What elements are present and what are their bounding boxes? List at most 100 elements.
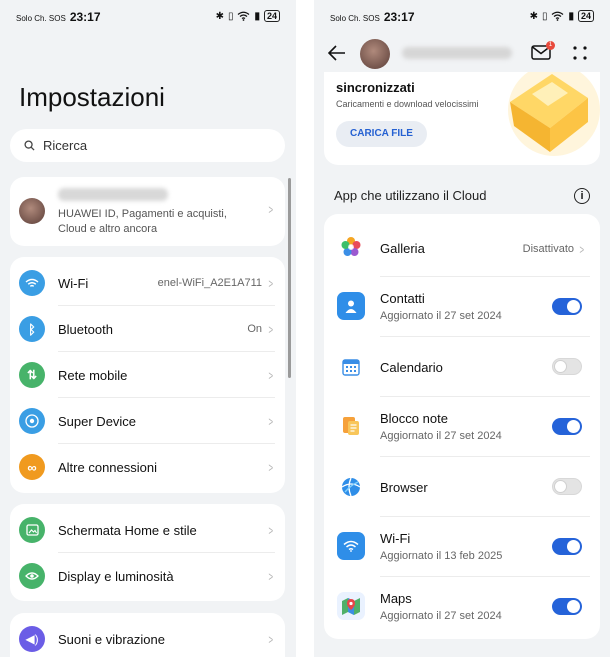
upload-promo-card: sincronizzati Caricamenti e download vel…	[324, 72, 600, 165]
back-arrow-icon[interactable]	[328, 45, 346, 61]
status-bar: Solo Ch. SOS 23:17 ✱ ▯ ▮ 24	[314, 8, 610, 26]
browser-sync-toggle[interactable]	[552, 478, 582, 495]
settings-item-mobile-network[interactable]: ⇅ Rete mobile >	[10, 352, 285, 398]
wifi-status-icon	[552, 11, 564, 21]
cloud-app-contacts[interactable]: Contatti Aggiornato il 27 set 2024	[324, 277, 600, 337]
search-icon	[24, 140, 35, 151]
sound-icon: ◀)	[19, 626, 45, 652]
app-status: Disattivato	[522, 243, 574, 255]
search-input[interactable]: Ricerca	[10, 129, 285, 162]
settings-item-value: On	[247, 323, 262, 335]
toggle-knob	[567, 420, 580, 433]
display-group: Schermata Home e stile > Display e lumin…	[10, 504, 285, 601]
app-name: Calendario	[380, 360, 443, 375]
cloud-screen: Solo Ch. SOS 23:17 ✱ ▯ ▮ 24 1 sincronizz…	[314, 0, 610, 657]
screenshot: Solo Ch. SOS 23:17 ✱ ▯ ▮ 24 Impostazioni…	[0, 0, 610, 657]
super-device-icon	[19, 408, 45, 434]
chevron-right-icon: >	[268, 568, 274, 584]
settings-item-sound[interactable]: ◀) Suoni e vibrazione >	[10, 616, 285, 657]
data-saver-icon: ▮	[254, 10, 260, 22]
app-name: Galleria	[380, 241, 425, 256]
settings-item-label: Super Device	[58, 413, 137, 429]
vibrate-icon: ▯	[541, 10, 548, 22]
settings-item-label: Display e luminosità	[58, 568, 174, 584]
settings-item-more-connections[interactable]: ∞ Altre connessioni >	[10, 444, 285, 490]
top-app-bar: 1	[314, 36, 610, 70]
settings-item-wifi[interactable]: Wi-Fi enel-WiFi_A2E1A711 >	[10, 260, 285, 306]
app-name: Maps	[380, 591, 412, 606]
data-saver-icon: ▮	[568, 10, 574, 22]
search-placeholder: Ricerca	[43, 138, 88, 153]
wifi-icon	[337, 532, 365, 560]
settings-item-label: Bluetooth	[58, 321, 113, 337]
app-sync-date: Aggiornato il 27 set 2024	[380, 310, 502, 322]
app-name: Browser	[380, 480, 428, 495]
settings-item-super-device[interactable]: Super Device >	[10, 398, 285, 444]
cloud-apps-list: Galleria Disattivato > Contatti Aggiorna…	[324, 214, 600, 639]
toggle-knob	[554, 360, 567, 373]
maps-icon	[337, 592, 365, 620]
cloud-app-gallery[interactable]: Galleria Disattivato >	[324, 217, 600, 277]
scrollbar[interactable]	[288, 178, 291, 378]
app-name: Contatti	[380, 291, 425, 306]
app-name: Blocco note	[380, 411, 448, 426]
cloud-app-maps[interactable]: Maps Aggiornato il 27 set 2024	[324, 577, 600, 637]
panel-divider	[296, 0, 314, 657]
chevron-right-icon: >	[268, 202, 274, 217]
toggle-knob	[567, 600, 580, 613]
promo-subtitle: Caricamenti e download velocissimi	[336, 99, 479, 109]
settings-item-value: enel-WiFi_A2E1A711	[157, 277, 262, 289]
more-options-icon[interactable]	[572, 45, 588, 61]
contacts-icon	[337, 292, 365, 320]
settings-item-label: Suoni e vibrazione	[58, 631, 165, 647]
cloud-app-browser[interactable]: Browser	[324, 457, 600, 517]
settings-item-home-screen[interactable]: Schermata Home e stile >	[10, 507, 285, 553]
chevron-right-icon: >	[579, 242, 585, 257]
bluetooth-status-icon: ✱	[215, 10, 224, 22]
carrier-label: Solo Ch. SOS	[16, 14, 66, 23]
avatar[interactable]	[360, 39, 390, 69]
account-name-blurred	[58, 188, 168, 201]
settings-item-label: Wi-Fi	[58, 275, 89, 291]
chevron-right-icon: >	[268, 631, 274, 647]
home-screen-icon	[19, 517, 45, 543]
settings-item-label: Altre connessioni	[58, 459, 157, 475]
contacts-sync-toggle[interactable]	[552, 298, 582, 315]
upload-files-button[interactable]: CARICA FILE	[336, 121, 427, 147]
app-sync-date: Aggiornato il 27 set 2024	[380, 610, 502, 622]
bluetooth-status-icon: ✱	[529, 10, 538, 22]
wifi-status-icon	[238, 11, 250, 21]
settings-item-display[interactable]: Display e luminosità >	[10, 553, 285, 599]
cloud-app-wifi[interactable]: Wi-Fi Aggiornato il 13 feb 2025	[324, 517, 600, 577]
app-sync-date: Aggiornato il 13 feb 2025	[380, 550, 503, 562]
calendar-icon	[337, 353, 365, 381]
chevron-right-icon: >	[268, 367, 274, 383]
battery-indicator: 24	[577, 10, 594, 22]
account-card[interactable]: HUAWEI ID, Pagamenti e acquisti, Cloud e…	[10, 177, 285, 246]
info-icon[interactable]: i	[574, 188, 590, 204]
wifi-sync-toggle[interactable]	[552, 538, 582, 555]
chevron-right-icon: >	[268, 413, 274, 429]
chevron-right-icon: >	[268, 321, 274, 337]
toggle-knob	[567, 300, 580, 313]
chevron-right-icon: >	[268, 522, 274, 538]
notepad-sync-toggle[interactable]	[552, 418, 582, 435]
page-title: Impostazioni	[19, 82, 165, 112]
settings-item-label: Schermata Home e stile	[58, 522, 197, 538]
calendar-sync-toggle[interactable]	[552, 358, 582, 375]
gallery-icon	[337, 233, 365, 261]
cloud-app-notepad[interactable]: Blocco note Aggiornato il 27 set 2024	[324, 397, 600, 457]
toggle-knob	[554, 480, 567, 493]
display-icon	[19, 563, 45, 589]
notepad-icon	[337, 412, 365, 440]
bluetooth-icon: ᛒ	[19, 316, 45, 342]
browser-icon	[337, 473, 365, 501]
status-bar: Solo Ch. SOS 23:17 ✱ ▯ ▮ 24	[0, 8, 296, 26]
maps-sync-toggle[interactable]	[552, 598, 582, 615]
app-sync-date: Aggiornato il 27 set 2024	[380, 430, 502, 442]
wifi-icon	[19, 270, 45, 296]
settings-item-bluetooth[interactable]: ᛒ Bluetooth On >	[10, 306, 285, 352]
mobile-network-icon: ⇅	[19, 362, 45, 388]
promo-title: sincronizzati	[336, 80, 415, 95]
cloud-app-calendar[interactable]: Calendario	[324, 337, 600, 397]
